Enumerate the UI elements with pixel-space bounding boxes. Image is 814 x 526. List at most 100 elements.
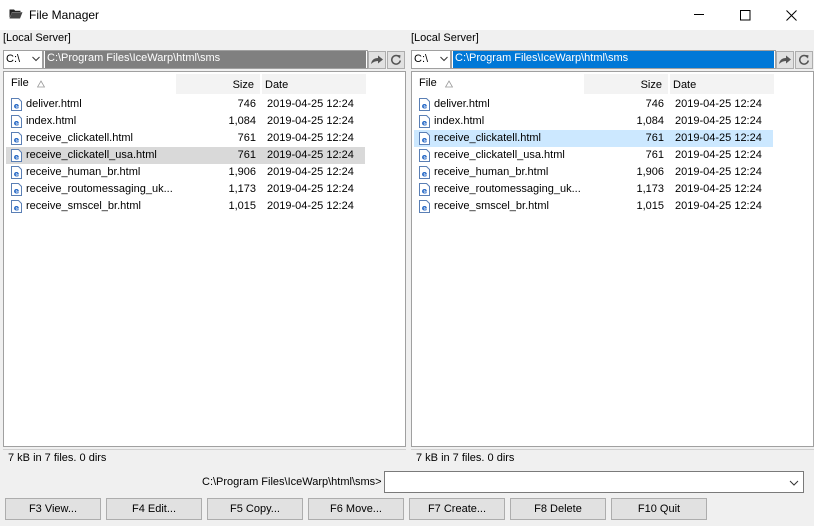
file-row[interactable]: e index.html 1,084 2019-04-25 12:24 (6, 113, 365, 130)
file-date: 2019-04-25 12:24 (675, 132, 762, 144)
html-file-icon: e (419, 132, 430, 145)
html-file-icon: e (11, 183, 22, 196)
svg-text:e: e (422, 136, 428, 145)
window-title: File Manager (29, 8, 100, 22)
svg-text:e: e (14, 153, 20, 162)
file-size: 1,173 (636, 183, 664, 195)
file-name: index.html (26, 115, 77, 127)
folder-icon (9, 9, 23, 19)
file-name: receive_routomessaging_uk... (434, 183, 581, 195)
column-header-size[interactable]: Size (176, 74, 260, 94)
view-button[interactable]: F3 View... (5, 498, 101, 520)
file-name: receive_human_br.html (26, 166, 141, 178)
chevron-down-icon (440, 56, 448, 62)
close-button[interactable] (768, 0, 814, 30)
file-row[interactable]: e receive_clickatell_usa.html 761 2019-04-2… (414, 147, 773, 164)
file-row[interactable]: e deliver.html 746 2019-04-25 12:24 (6, 96, 365, 113)
file-list[interactable]: File Size Date e deliver.html 746 2019-04-2… (411, 71, 814, 447)
copy-button[interactable]: F5 Copy... (207, 498, 303, 520)
file-row[interactable]: e receive_smscel_br.html 1,015 2019-04-25 1… (6, 198, 365, 215)
panel-server-label: [Local Server] (411, 32, 479, 44)
refresh-icon (799, 54, 810, 65)
file-name: deliver.html (434, 98, 490, 110)
svg-text:e: e (422, 170, 428, 179)
minimize-button[interactable] (676, 0, 722, 30)
drive-select[interactable]: C:\ (411, 50, 451, 69)
delete-button[interactable]: F8 Delete (510, 498, 606, 520)
quit-button[interactable]: F10 Quit (611, 498, 707, 520)
svg-text:e: e (14, 119, 20, 128)
maximize-icon (739, 9, 750, 20)
path-input[interactable]: C:\Program Files\IceWarp\html\sms (45, 51, 366, 68)
html-file-icon: e (11, 132, 22, 145)
svg-text:e: e (14, 136, 20, 145)
column-header-date[interactable]: Date (262, 74, 366, 94)
file-size: 761 (645, 132, 664, 144)
refresh-button[interactable] (795, 51, 813, 69)
drive-value: C:\ (414, 53, 429, 65)
column-header-size[interactable]: Size (584, 74, 668, 94)
maximize-button[interactable] (722, 0, 768, 30)
sort-ascending-icon (37, 80, 45, 88)
file-row[interactable]: e index.html 1,084 2019-04-25 12:24 (414, 113, 773, 130)
file-size: 1,015 (228, 200, 256, 212)
file-date: 2019-04-25 12:24 (675, 115, 762, 127)
file-name: deliver.html (26, 98, 82, 110)
status-bar: 7 kB in 7 files. 0 dirs (3, 449, 406, 467)
go-button[interactable] (368, 51, 386, 69)
html-file-icon: e (419, 200, 430, 213)
file-row[interactable]: e receive_clickatell_usa.html 761 2019-04-2… (6, 147, 365, 164)
command-prompt-label: C:\Program Files\IceWarp\html\sms> (202, 476, 382, 488)
command-input[interactable] (384, 471, 804, 493)
file-row[interactable]: e receive_human_br.html 1,906 2019-04-25 12… (414, 164, 773, 181)
chevron-down-icon (32, 56, 40, 62)
file-row[interactable]: e receive_clickatell.html 761 2019-04-25 12… (414, 130, 773, 147)
column-header-date[interactable]: Date (670, 74, 774, 94)
svg-text:e: e (422, 119, 428, 128)
go-arrow-icon (371, 55, 383, 64)
status-bar: 7 kB in 7 files. 0 dirs (411, 449, 814, 467)
file-row[interactable]: e receive_human_br.html 1,906 2019-04-25 12… (6, 164, 365, 181)
file-date: 2019-04-25 12:24 (267, 132, 354, 144)
html-file-icon: e (11, 200, 22, 213)
svg-text:e: e (422, 153, 428, 162)
edit-button[interactable]: F4 Edit... (106, 498, 202, 520)
file-date: 2019-04-25 12:24 (675, 98, 762, 110)
move-button[interactable]: F6 Move... (308, 498, 404, 520)
file-row[interactable]: e receive_routomessaging_uk... 1,173 2019-0… (414, 181, 773, 198)
chevron-down-icon (789, 480, 799, 486)
html-file-icon: e (11, 98, 22, 111)
file-row[interactable]: e receive_smscel_br.html 1,015 2019-04-25 1… (414, 198, 773, 215)
file-row[interactable]: e receive_clickatell.html 761 2019-04-25 12… (6, 130, 365, 147)
create-button[interactable]: F7 Create... (409, 498, 505, 520)
file-size: 1,015 (636, 200, 664, 212)
file-row[interactable]: e receive_routomessaging_uk... 1,173 2019-0… (6, 181, 365, 198)
title-bar: File Manager (0, 0, 814, 30)
file-date: 2019-04-25 12:24 (267, 166, 354, 178)
html-file-icon: e (11, 149, 22, 162)
column-header-file[interactable]: File (414, 74, 582, 94)
refresh-icon (391, 54, 402, 65)
right-panel: [Local Server] C:\ C:\Program Files\IceW… (411, 30, 814, 467)
file-row[interactable]: e deliver.html 746 2019-04-25 12:24 (414, 96, 773, 113)
file-name: receive_smscel_br.html (434, 200, 549, 212)
file-size: 761 (237, 132, 256, 144)
path-input[interactable]: C:\Program Files\IceWarp\html\sms (453, 51, 774, 68)
file-list[interactable]: File Size Date e deliver.html 746 2019-04-2… (3, 71, 406, 447)
file-date: 2019-04-25 12:24 (267, 98, 354, 110)
html-file-icon: e (419, 115, 430, 128)
drive-select[interactable]: C:\ (3, 50, 43, 69)
column-header-file[interactable]: File (6, 74, 174, 94)
html-file-icon: e (419, 183, 430, 196)
file-size: 1,906 (228, 166, 256, 178)
go-button[interactable] (776, 51, 794, 69)
go-arrow-icon (779, 55, 791, 64)
file-name: receive_clickatell.html (434, 132, 541, 144)
refresh-button[interactable] (387, 51, 405, 69)
file-date: 2019-04-25 12:24 (267, 183, 354, 195)
file-date: 2019-04-25 12:24 (267, 149, 354, 161)
file-size: 761 (237, 149, 256, 161)
file-date: 2019-04-25 12:24 (267, 115, 354, 127)
file-size: 1,084 (636, 115, 664, 127)
html-file-icon: e (11, 115, 22, 128)
